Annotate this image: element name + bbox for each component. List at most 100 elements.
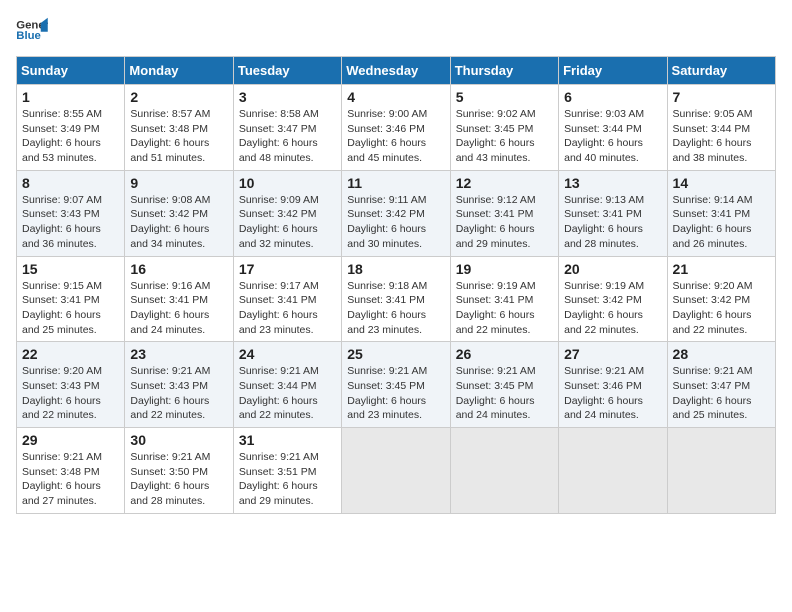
day-number: 6 — [564, 89, 661, 105]
day-header-row: SundayMondayTuesdayWednesdayThursdayFrid… — [17, 57, 776, 85]
day-info: Sunrise: 9:21 AM Sunset: 3:50 PM Dayligh… — [130, 450, 227, 509]
day-number: 4 — [347, 89, 444, 105]
day-number: 10 — [239, 175, 336, 191]
calendar-cell: 26 Sunrise: 9:21 AM Sunset: 3:45 PM Dayl… — [450, 342, 558, 428]
day-number: 5 — [456, 89, 553, 105]
day-info: Sunrise: 9:15 AM Sunset: 3:41 PM Dayligh… — [22, 279, 119, 338]
day-info: Sunrise: 9:05 AM Sunset: 3:44 PM Dayligh… — [673, 107, 770, 166]
day-number: 9 — [130, 175, 227, 191]
day-number: 3 — [239, 89, 336, 105]
calendar-cell: 22 Sunrise: 9:20 AM Sunset: 3:43 PM Dayl… — [17, 342, 125, 428]
day-number: 19 — [456, 261, 553, 277]
day-info: Sunrise: 9:21 AM Sunset: 3:46 PM Dayligh… — [564, 364, 661, 423]
col-header-tuesday: Tuesday — [233, 57, 341, 85]
day-number: 12 — [456, 175, 553, 191]
calendar-cell: 28 Sunrise: 9:21 AM Sunset: 3:47 PM Dayl… — [667, 342, 775, 428]
day-number: 26 — [456, 346, 553, 362]
day-number: 16 — [130, 261, 227, 277]
day-info: Sunrise: 8:57 AM Sunset: 3:48 PM Dayligh… — [130, 107, 227, 166]
day-number: 17 — [239, 261, 336, 277]
calendar-cell: 4 Sunrise: 9:00 AM Sunset: 3:46 PM Dayli… — [342, 85, 450, 171]
calendar-cell: 6 Sunrise: 9:03 AM Sunset: 3:44 PM Dayli… — [559, 85, 667, 171]
day-info: Sunrise: 9:21 AM Sunset: 3:45 PM Dayligh… — [347, 364, 444, 423]
day-info: Sunrise: 9:19 AM Sunset: 3:42 PM Dayligh… — [564, 279, 661, 338]
day-info: Sunrise: 9:18 AM Sunset: 3:41 PM Dayligh… — [347, 279, 444, 338]
day-info: Sunrise: 9:12 AM Sunset: 3:41 PM Dayligh… — [456, 193, 553, 252]
day-number: 31 — [239, 432, 336, 448]
day-number: 27 — [564, 346, 661, 362]
day-info: Sunrise: 9:00 AM Sunset: 3:46 PM Dayligh… — [347, 107, 444, 166]
calendar-cell — [450, 428, 558, 514]
col-header-thursday: Thursday — [450, 57, 558, 85]
calendar-cell: 30 Sunrise: 9:21 AM Sunset: 3:50 PM Dayl… — [125, 428, 233, 514]
calendar-table: SundayMondayTuesdayWednesdayThursdayFrid… — [16, 56, 776, 514]
calendar-cell: 31 Sunrise: 9:21 AM Sunset: 3:51 PM Dayl… — [233, 428, 341, 514]
calendar-cell: 20 Sunrise: 9:19 AM Sunset: 3:42 PM Dayl… — [559, 256, 667, 342]
day-info: Sunrise: 9:20 AM Sunset: 3:43 PM Dayligh… — [22, 364, 119, 423]
calendar-cell: 16 Sunrise: 9:16 AM Sunset: 3:41 PM Dayl… — [125, 256, 233, 342]
day-info: Sunrise: 9:21 AM Sunset: 3:45 PM Dayligh… — [456, 364, 553, 423]
svg-text:Blue: Blue — [16, 30, 41, 42]
calendar-cell: 19 Sunrise: 9:19 AM Sunset: 3:41 PM Dayl… — [450, 256, 558, 342]
col-header-saturday: Saturday — [667, 57, 775, 85]
day-number: 11 — [347, 175, 444, 191]
calendar-cell: 21 Sunrise: 9:20 AM Sunset: 3:42 PM Dayl… — [667, 256, 775, 342]
day-number: 1 — [22, 89, 119, 105]
calendar-week-4: 22 Sunrise: 9:20 AM Sunset: 3:43 PM Dayl… — [17, 342, 776, 428]
col-header-monday: Monday — [125, 57, 233, 85]
calendar-cell — [667, 428, 775, 514]
calendar-cell: 9 Sunrise: 9:08 AM Sunset: 3:42 PM Dayli… — [125, 170, 233, 256]
calendar-cell: 23 Sunrise: 9:21 AM Sunset: 3:43 PM Dayl… — [125, 342, 233, 428]
calendar-week-3: 15 Sunrise: 9:15 AM Sunset: 3:41 PM Dayl… — [17, 256, 776, 342]
calendar-cell — [342, 428, 450, 514]
calendar-cell: 25 Sunrise: 9:21 AM Sunset: 3:45 PM Dayl… — [342, 342, 450, 428]
logo-icon: General Blue — [16, 16, 48, 44]
page-header: General Blue — [16, 16, 776, 44]
day-number: 22 — [22, 346, 119, 362]
calendar-cell: 10 Sunrise: 9:09 AM Sunset: 3:42 PM Dayl… — [233, 170, 341, 256]
calendar-week-5: 29 Sunrise: 9:21 AM Sunset: 3:48 PM Dayl… — [17, 428, 776, 514]
calendar-cell: 8 Sunrise: 9:07 AM Sunset: 3:43 PM Dayli… — [17, 170, 125, 256]
day-info: Sunrise: 8:58 AM Sunset: 3:47 PM Dayligh… — [239, 107, 336, 166]
day-info: Sunrise: 9:21 AM Sunset: 3:47 PM Dayligh… — [673, 364, 770, 423]
calendar-cell: 3 Sunrise: 8:58 AM Sunset: 3:47 PM Dayli… — [233, 85, 341, 171]
day-number: 28 — [673, 346, 770, 362]
day-info: Sunrise: 9:20 AM Sunset: 3:42 PM Dayligh… — [673, 279, 770, 338]
calendar-cell: 2 Sunrise: 8:57 AM Sunset: 3:48 PM Dayli… — [125, 85, 233, 171]
day-info: Sunrise: 9:21 AM Sunset: 3:51 PM Dayligh… — [239, 450, 336, 509]
calendar-cell: 15 Sunrise: 9:15 AM Sunset: 3:41 PM Dayl… — [17, 256, 125, 342]
day-info: Sunrise: 9:13 AM Sunset: 3:41 PM Dayligh… — [564, 193, 661, 252]
day-info: Sunrise: 9:03 AM Sunset: 3:44 PM Dayligh… — [564, 107, 661, 166]
col-header-sunday: Sunday — [17, 57, 125, 85]
day-number: 23 — [130, 346, 227, 362]
day-number: 8 — [22, 175, 119, 191]
calendar-week-2: 8 Sunrise: 9:07 AM Sunset: 3:43 PM Dayli… — [17, 170, 776, 256]
day-number: 24 — [239, 346, 336, 362]
day-info: Sunrise: 9:21 AM Sunset: 3:44 PM Dayligh… — [239, 364, 336, 423]
day-info: Sunrise: 9:11 AM Sunset: 3:42 PM Dayligh… — [347, 193, 444, 252]
calendar-cell: 13 Sunrise: 9:13 AM Sunset: 3:41 PM Dayl… — [559, 170, 667, 256]
calendar-cell: 7 Sunrise: 9:05 AM Sunset: 3:44 PM Dayli… — [667, 85, 775, 171]
day-info: Sunrise: 9:16 AM Sunset: 3:41 PM Dayligh… — [130, 279, 227, 338]
calendar-cell: 17 Sunrise: 9:17 AM Sunset: 3:41 PM Dayl… — [233, 256, 341, 342]
day-info: Sunrise: 9:07 AM Sunset: 3:43 PM Dayligh… — [22, 193, 119, 252]
day-info: Sunrise: 9:21 AM Sunset: 3:48 PM Dayligh… — [22, 450, 119, 509]
day-info: Sunrise: 9:21 AM Sunset: 3:43 PM Dayligh… — [130, 364, 227, 423]
day-info: Sunrise: 9:08 AM Sunset: 3:42 PM Dayligh… — [130, 193, 227, 252]
col-header-friday: Friday — [559, 57, 667, 85]
day-number: 15 — [22, 261, 119, 277]
day-number: 21 — [673, 261, 770, 277]
day-number: 18 — [347, 261, 444, 277]
day-info: Sunrise: 9:14 AM Sunset: 3:41 PM Dayligh… — [673, 193, 770, 252]
col-header-wednesday: Wednesday — [342, 57, 450, 85]
day-number: 25 — [347, 346, 444, 362]
day-info: Sunrise: 9:09 AM Sunset: 3:42 PM Dayligh… — [239, 193, 336, 252]
calendar-cell: 1 Sunrise: 8:55 AM Sunset: 3:49 PM Dayli… — [17, 85, 125, 171]
calendar-cell: 24 Sunrise: 9:21 AM Sunset: 3:44 PM Dayl… — [233, 342, 341, 428]
day-number: 14 — [673, 175, 770, 191]
calendar-cell — [559, 428, 667, 514]
day-number: 13 — [564, 175, 661, 191]
calendar-cell: 14 Sunrise: 9:14 AM Sunset: 3:41 PM Dayl… — [667, 170, 775, 256]
day-number: 29 — [22, 432, 119, 448]
day-number: 30 — [130, 432, 227, 448]
